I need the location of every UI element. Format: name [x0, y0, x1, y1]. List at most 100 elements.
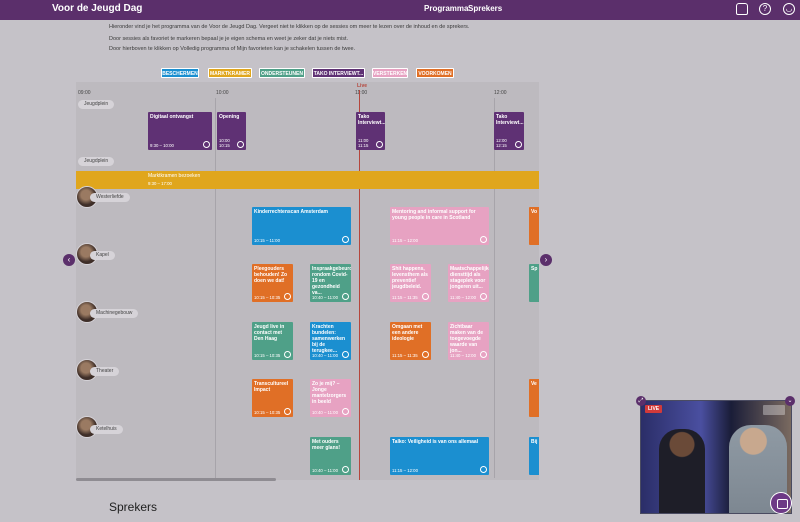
- event-time: 10:40 – 11:00: [312, 353, 338, 358]
- event-title: Tako Interviewt...: [496, 114, 524, 126]
- location-machinegebouw: Machinegebouw: [90, 309, 139, 318]
- event-card[interactable]: Inspraakgebeurd rondom Covid-19 en gezon…: [310, 264, 351, 302]
- event-card[interactable]: Kinderrechtenscan Amsterdam 10:15 – 11:0…: [252, 207, 351, 245]
- filter-beschermen[interactable]: BESCHERMEN: [161, 68, 199, 78]
- favorite-icon[interactable]: [342, 351, 349, 358]
- favorite-icon[interactable]: [342, 408, 349, 415]
- event-card[interactable]: Transcultureel Impact 10:15 – 10:35: [252, 379, 293, 417]
- filter-ondersteunen[interactable]: ONDERSTEUNEN: [259, 68, 305, 78]
- help-icon[interactable]: ?: [759, 3, 771, 15]
- event-time: 10:15 – 11:00: [254, 238, 280, 243]
- event-time: 11:15 – 11:35: [392, 353, 418, 358]
- favorite-icon[interactable]: [480, 351, 487, 358]
- event-title: Mentoring and informal support for young…: [392, 209, 476, 221]
- grid-line: [494, 98, 495, 478]
- event-time: 11:15 – 12:00: [392, 238, 418, 243]
- event-title: Digitaal ontvangst: [150, 114, 194, 120]
- scroll-left-icon[interactable]: ‹: [63, 254, 75, 266]
- event-time: 11:15 – 11:35: [392, 295, 418, 300]
- filter-versterken[interactable]: VERSTERKEN: [372, 68, 408, 78]
- favorite-icon[interactable]: [237, 141, 244, 148]
- nav-sprekers[interactable]: Sprekers: [468, 4, 502, 13]
- favorite-icon[interactable]: [284, 408, 291, 415]
- grid-line: [215, 98, 216, 478]
- event-title: Talko: Veiligheid is van ons allemaal: [392, 439, 479, 445]
- event-card[interactable]: Krachten bundelen: samenwerken bij de te…: [310, 322, 351, 360]
- event-card[interactable]: Talko: Veiligheid is van ons allemaal 11…: [390, 437, 489, 475]
- favorite-icon[interactable]: [422, 293, 429, 300]
- event-card[interactable]: Opening 10:00 10:15: [217, 112, 246, 150]
- event-title: Zo je mij? – Jonge mantelzorgers in beel…: [312, 381, 347, 405]
- brand-title[interactable]: Voor de Jeugd Dag: [52, 3, 142, 14]
- favorite-icon[interactable]: [342, 293, 349, 300]
- live-video-player[interactable]: LIVE: [640, 400, 792, 514]
- event-time: 11:40 – 12:00: [450, 353, 476, 358]
- favorite-icon[interactable]: [480, 293, 487, 300]
- favorite-icon[interactable]: [342, 466, 349, 473]
- event-card[interactable]: Vo: [529, 207, 539, 245]
- event-title: Transcultureel Impact: [254, 381, 289, 393]
- event-card[interactable]: Jeugd live in contact met Den Haag 10:15…: [252, 322, 293, 360]
- favorite-icon[interactable]: [480, 236, 487, 243]
- favorite-icon[interactable]: [422, 351, 429, 358]
- event-card[interactable]: Ve: [529, 379, 539, 417]
- favorite-icon[interactable]: [203, 141, 210, 148]
- intro-line-1: Hieronder vind je het programma van de V…: [109, 24, 470, 30]
- event-time: 10:15 – 10:35: [254, 295, 281, 300]
- expand-video-icon[interactable]: ⤢: [636, 396, 646, 406]
- event-title: Pleegouders behouden! Zo doen we dat!: [254, 266, 288, 284]
- event-card[interactable]: Bij: [529, 437, 539, 475]
- favorite-icon[interactable]: [284, 351, 291, 358]
- event-title: Marktkramen bezoeken: [148, 173, 201, 179]
- filter-voorkomen[interactable]: VOORKOMEN: [416, 68, 454, 78]
- event-card[interactable]: Digitaal ontvangst 9:30 – 10:00: [148, 112, 212, 150]
- event-card[interactable]: Omgaan met een andere ideologie 11:15 – …: [390, 322, 431, 360]
- event-card[interactable]: Tako Interviewt... 11:00 11:15: [356, 112, 385, 150]
- user-icon[interactable]: ◡: [783, 3, 795, 15]
- location-kapel: Kapel: [90, 251, 115, 260]
- horizontal-scrollbar[interactable]: [76, 478, 276, 481]
- event-card[interactable]: Pleegouders behouden! Zo doen we dat! 10…: [252, 264, 293, 302]
- event-time: 10:40 – 11:00: [312, 295, 338, 300]
- event-card[interactable]: Met ouders meer glans! 10:40 – 11:00: [310, 437, 351, 475]
- scroll-right-icon[interactable]: ›: [540, 254, 552, 266]
- event-card[interactable]: Zichtbaar maken van de toegevoegde waard…: [448, 322, 489, 360]
- event-time: 9:30 – 17:00: [148, 181, 172, 186]
- event-title: Maatschappelijke diensttijd als stageple…: [450, 266, 489, 290]
- bell-icon[interactable]: [736, 3, 748, 15]
- chat-icon[interactable]: [770, 492, 792, 514]
- favorite-icon[interactable]: [376, 141, 383, 148]
- event-time: 10:40 – 11:00: [312, 468, 338, 473]
- filter-tako-interviewt[interactable]: TAKO INTERVIEWT...: [312, 68, 365, 78]
- event-time: 11:15 – 12:00: [392, 468, 418, 473]
- favorite-icon[interactable]: [515, 141, 522, 148]
- time-label: 09:00: [78, 90, 91, 96]
- event-marktkramen-bezoeken[interactable]: Marktkramen bezoeken 9:30 – 17:00: [76, 171, 539, 189]
- event-card[interactable]: Mentoring and informal support for young…: [390, 207, 489, 245]
- event-time: 11:00 11:15: [358, 138, 369, 148]
- event-title: Zichtbaar maken van de toegevoegde waard…: [450, 324, 484, 354]
- schedule-grid[interactable]: 09:00 10:00 11:00 12:00 Live Jeugdplein …: [76, 82, 539, 480]
- event-title: Sp: [531, 266, 538, 272]
- live-badge: LIVE: [645, 405, 663, 413]
- location-theater: Theater: [90, 367, 120, 376]
- collapse-video-icon[interactable]: ⌄: [785, 396, 795, 406]
- event-title: Bij: [531, 439, 538, 445]
- event-card[interactable]: Shit happens, levensthem als preventief …: [390, 264, 431, 302]
- event-card[interactable]: Maatschappelijke diensttijd als stageple…: [448, 264, 489, 302]
- favorite-icon[interactable]: [284, 293, 291, 300]
- location-jeugdplein: Jeugdplein: [78, 100, 115, 109]
- time-label: 10:00: [216, 90, 229, 96]
- favorite-icon[interactable]: [342, 236, 349, 243]
- location-ketelhuis: Ketelhuis: [90, 425, 123, 434]
- event-title: Kinderrechtenscan Amsterdam: [254, 209, 329, 215]
- event-card[interactable]: Sp: [529, 264, 539, 302]
- event-time: 11:40 – 12:00: [450, 295, 476, 300]
- event-card[interactable]: Zo je mij? – Jonge mantelzorgers in beel…: [310, 379, 351, 417]
- event-time: 10:00 10:15: [219, 138, 230, 148]
- event-title: Omgaan met een andere ideologie: [392, 324, 423, 342]
- event-card[interactable]: Tako Interviewt... 12:00 12:15: [494, 112, 524, 150]
- filter-marktkramer[interactable]: MARKTKRAMER: [208, 68, 252, 78]
- favorite-icon[interactable]: [480, 466, 487, 473]
- nav-programma[interactable]: Programma: [424, 4, 468, 13]
